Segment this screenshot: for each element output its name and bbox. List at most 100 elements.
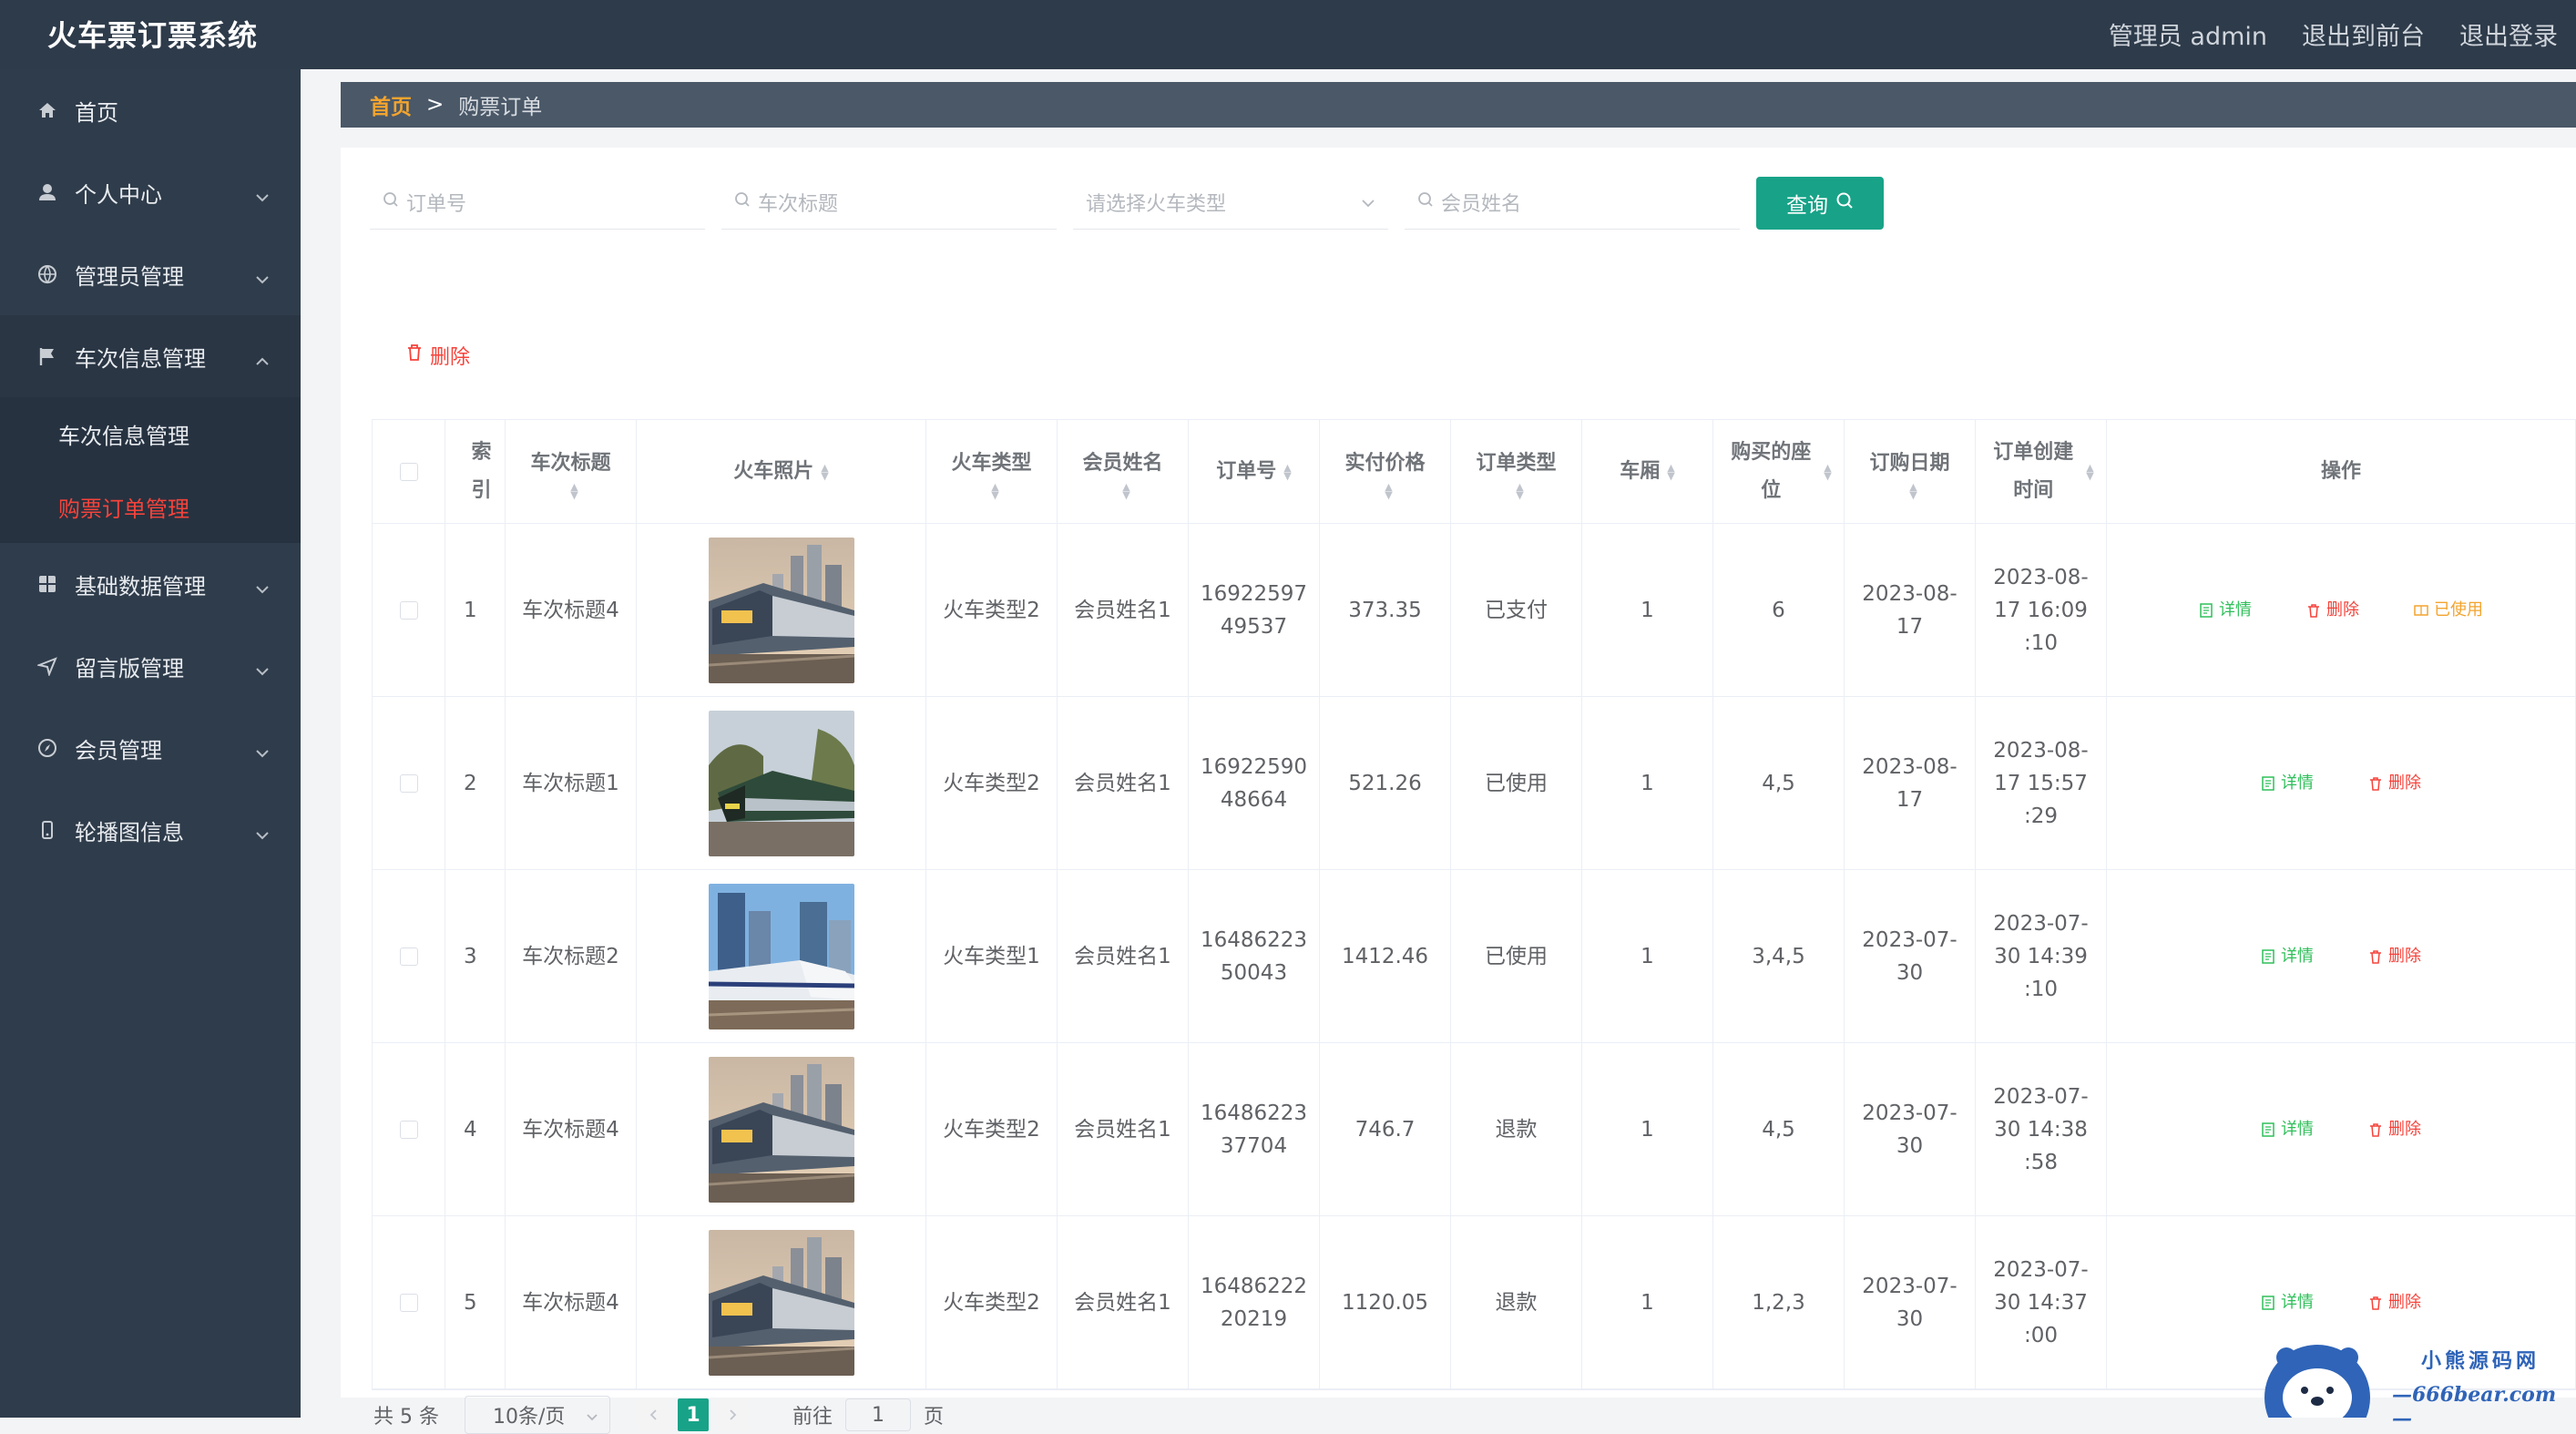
detail-button[interactable]: 详情	[2261, 940, 2314, 973]
delete-button[interactable]: 删除	[2368, 1286, 2421, 1319]
row-checkbox[interactable]	[399, 600, 418, 620]
detail-button[interactable]: 详情	[2261, 1286, 2314, 1319]
cell-date: 2023-07- 30	[1845, 1043, 1976, 1215]
header-date[interactable]: 订购日期 ▲ ▼	[1845, 420, 1976, 523]
row-checkbox[interactable]	[399, 947, 418, 966]
mark-used-button[interactable]: 已使用	[2414, 594, 2483, 627]
sidebar-item-home[interactable]: 首页	[0, 69, 301, 151]
sort-icon: ▲ ▼	[2086, 461, 2094, 482]
member-name-input[interactable]: 会员姓名	[1405, 175, 1740, 230]
cell-date: 2023-07- 30	[1845, 870, 1976, 1042]
delete-button[interactable]: 删除	[2368, 767, 2421, 800]
table-header: 索引 车次标题 ▲ ▼ 火车照片 ▲ ▼ 火车类型 ▲ ▼ 会员姓名 ▲ ▼ 订单号 ▲ ▼ 实付价…	[373, 420, 2575, 524]
breadcrumb-home[interactable]: 首页	[370, 89, 412, 120]
next-page-button[interactable]	[717, 1398, 749, 1431]
cell-created: 2023-07- 30 14:39:10	[1976, 870, 2107, 1042]
row-checkbox[interactable]	[399, 1120, 418, 1139]
delete-button[interactable]: 删除	[2368, 940, 2421, 973]
select-all-checkbox[interactable]	[399, 462, 418, 481]
sidebar-item-message-board[interactable]: 留言版管理	[0, 625, 301, 707]
sidebar-subitem-train-info[interactable]: 车次信息管理	[0, 397, 301, 470]
chevron-down-icon	[1361, 190, 1375, 213]
cell-carriage: 1	[1582, 870, 1713, 1042]
table-body: 1 车次标题4 火车类型2 会员姓名1 16922597 49537 373.35 已支付 1 6…	[373, 524, 2575, 1389]
cell-title: 车次标题1	[506, 697, 637, 869]
goto-label: 前往	[792, 1406, 833, 1429]
cell-actions: 详情 删除	[2107, 870, 2575, 1042]
header-order-type[interactable]: 订单类型 ▲ ▼	[1451, 420, 1582, 523]
sidebar-item-personal[interactable]: 个人中心	[0, 151, 301, 233]
cell-order-type: 退款	[1451, 1216, 1582, 1388]
flag-icon	[36, 345, 58, 367]
goto-page-input[interactable]: 1	[845, 1398, 911, 1431]
select-all-checkbox-cell	[373, 420, 445, 523]
train-photo[interactable]	[708, 883, 854, 1029]
header-member[interactable]: 会员姓名 ▲ ▼	[1058, 420, 1189, 523]
cell-actions: 详情 删除	[2107, 1043, 2575, 1215]
logout-link[interactable]: 退出登录	[2459, 16, 2558, 52]
row-checkbox-cell	[373, 1216, 445, 1388]
sidebar-subitem-ticket-orders[interactable]: 购票订单管理	[0, 470, 301, 543]
search-icon	[383, 190, 399, 213]
header-type[interactable]: 火车类型 ▲ ▼	[926, 420, 1058, 523]
detail-button[interactable]: 详情	[2261, 767, 2314, 800]
cell-title: 车次标题4	[506, 524, 637, 696]
row-checkbox[interactable]	[399, 773, 418, 793]
train-photo[interactable]	[708, 1229, 854, 1376]
delete-button[interactable]: 删除	[2306, 594, 2359, 627]
action-label: 详情	[2281, 1292, 2314, 1312]
admin-label[interactable]: 管理员 admin	[2109, 16, 2267, 52]
row-actions: 详情 删除	[2261, 1286, 2421, 1319]
action-label: 详情	[2281, 1119, 2314, 1139]
table-row: 5 车次标题4 火车类型2 会员姓名1 16486222 20219 1120.05 退款 1 1…	[373, 1216, 2575, 1389]
sidebar-item-carousel[interactable]: 轮播图信息	[0, 789, 301, 871]
page-size-select[interactable]: 10条/页	[464, 1396, 610, 1434]
sidebar-item-label: 个人中心	[75, 181, 162, 208]
row-checkbox-cell	[373, 1043, 445, 1215]
home-icon	[36, 99, 58, 121]
bulk-delete-button[interactable]: 删除	[406, 341, 470, 370]
header-created[interactable]: 订单创建时间 ▲ ▼	[1976, 420, 2107, 523]
query-button[interactable]: 查询	[1756, 177, 1884, 230]
header-price[interactable]: 实付价格 ▲ ▼	[1320, 420, 1451, 523]
detail-button[interactable]: 详情	[2261, 1113, 2314, 1146]
cell-date: 2023-08- 17	[1845, 524, 1976, 696]
row-checkbox[interactable]	[399, 1293, 418, 1312]
table-row: 4 车次标题4 火车类型2 会员姓名1 16486223 37704 746.7 退款 1 4,5…	[373, 1043, 2575, 1216]
chevron-down-icon	[255, 574, 270, 599]
header-title[interactable]: 车次标题 ▲ ▼	[506, 420, 637, 523]
document-icon	[2199, 602, 2213, 618]
train-photo[interactable]	[708, 710, 854, 856]
prev-page-button[interactable]	[637, 1398, 669, 1431]
cell-order-type: 已使用	[1451, 870, 1582, 1042]
train-photo[interactable]	[708, 537, 854, 683]
train-type-placeholder: 请选择火车类型	[1086, 192, 1227, 216]
sidebar-item-label: 会员管理	[75, 737, 162, 763]
trash-icon	[2306, 603, 2321, 618]
header-title-label: 车次标题	[530, 451, 611, 475]
delete-button[interactable]: 删除	[2368, 1113, 2421, 1146]
row-actions: 详情 删除	[2261, 940, 2421, 973]
order-no-input[interactable]: 订单号	[370, 175, 705, 230]
cell-order-no: 16486222 20219	[1189, 1216, 1320, 1388]
detail-button[interactable]: 详情	[2199, 594, 2252, 627]
header-order-no[interactable]: 订单号 ▲ ▼	[1189, 420, 1320, 523]
cell-photo	[637, 1043, 926, 1215]
sidebar-item-admin[interactable]: 管理员管理	[0, 233, 301, 315]
cell-carriage: 1	[1582, 1043, 1713, 1215]
chevron-down-icon	[255, 738, 270, 763]
action-label: 删除	[2388, 946, 2421, 966]
page-1-button[interactable]: 1	[677, 1398, 709, 1431]
sidebar-item-train-info[interactable]: 车次信息管理	[0, 315, 301, 397]
chevron-down-icon	[255, 264, 270, 290]
header-seats[interactable]: 购买的座位 ▲ ▼	[1713, 420, 1845, 523]
exit-to-front-link[interactable]: 退出到前台	[2302, 16, 2425, 52]
header-photo[interactable]: 火车照片 ▲ ▼	[637, 420, 926, 523]
header-carriage[interactable]: 车厢 ▲ ▼	[1582, 420, 1713, 523]
train-title-input[interactable]: 车次标题	[721, 175, 1057, 230]
train-photo[interactable]	[708, 1056, 854, 1203]
sidebar-item-basic-data[interactable]: 基础数据管理	[0, 543, 301, 625]
sidebar-item-members[interactable]: 会员管理	[0, 707, 301, 789]
train-type-select[interactable]: 请选择火车类型	[1073, 175, 1388, 230]
sort-icon: ▲ ▼	[1516, 480, 1524, 501]
